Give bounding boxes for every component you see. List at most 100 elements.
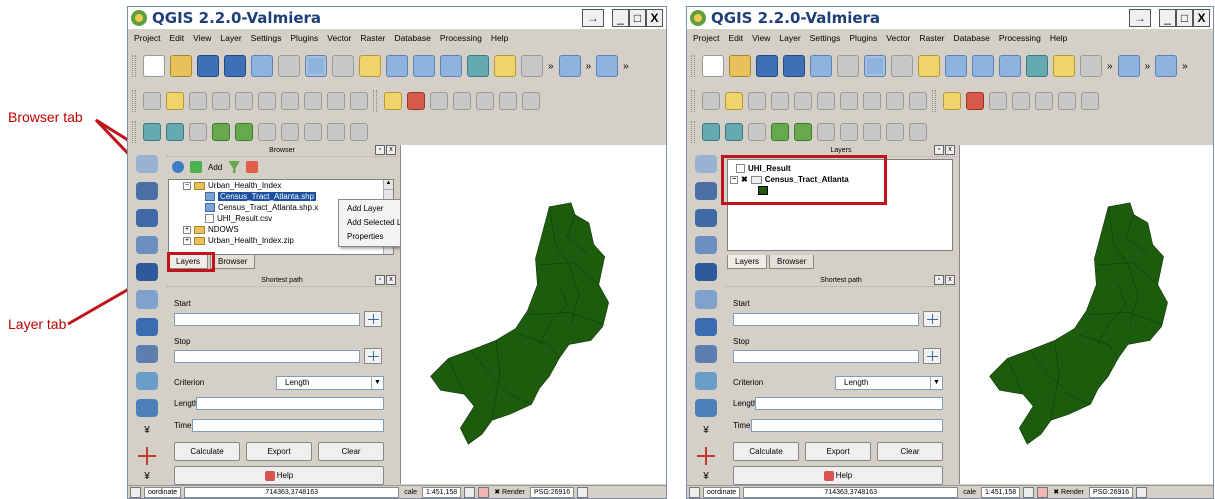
messages-icon[interactable] xyxy=(577,486,589,498)
delete-selected-icon[interactable] xyxy=(281,92,299,110)
add-delimited-text-icon[interactable] xyxy=(136,155,158,174)
zoom-actual-size-icon[interactable] xyxy=(999,55,1021,77)
paste-features-icon[interactable] xyxy=(350,92,368,110)
toolbar-grip[interactable] xyxy=(373,90,377,112)
zoom-to-layer-icon[interactable] xyxy=(1080,55,1102,77)
add-oracle-layer-icon[interactable] xyxy=(258,123,276,141)
change-label-icon[interactable] xyxy=(522,92,540,110)
menu-plugins[interactable]: Plugins xyxy=(849,33,877,43)
render-checkbox[interactable]: ✖ Render xyxy=(1051,488,1086,496)
add-spatialite-icon[interactable] xyxy=(695,236,717,255)
menu-edit[interactable]: Edit xyxy=(728,33,743,43)
add-mssql-icon[interactable] xyxy=(695,290,717,309)
clear-button[interactable]: Clear xyxy=(318,442,384,461)
add-wcs-layer-icon[interactable] xyxy=(863,123,881,141)
zoom-out-icon[interactable] xyxy=(413,55,435,77)
add-feature-icon[interactable] xyxy=(771,92,789,110)
help-contents-icon[interactable] xyxy=(596,55,619,77)
maximize-button[interactable]: □ xyxy=(1176,9,1193,27)
stop-input[interactable] xyxy=(174,350,360,363)
expand-collapse-icon[interactable]: + xyxy=(183,236,191,245)
new-project-icon[interactable] xyxy=(143,55,165,77)
start-pick-button[interactable] xyxy=(364,311,382,327)
pin-labels-icon[interactable] xyxy=(430,92,448,110)
pin-labels-icon[interactable] xyxy=(989,92,1007,110)
menu-processing[interactable]: Processing xyxy=(440,33,482,43)
add-wcs-icon[interactable] xyxy=(695,317,717,336)
stop-input[interactable] xyxy=(733,350,919,363)
current-edits-icon[interactable] xyxy=(143,92,161,110)
stop-pick-button[interactable] xyxy=(364,348,382,364)
label-icon[interactable] xyxy=(384,92,402,110)
close-panel-button[interactable]: x xyxy=(386,275,396,285)
add-wfs-icon[interactable] xyxy=(695,344,717,363)
move-label-icon[interactable] xyxy=(1035,92,1053,110)
calculate-button[interactable]: Calculate xyxy=(174,442,240,461)
add-raster-layer-icon[interactable] xyxy=(725,123,743,141)
cut-features-icon[interactable] xyxy=(863,92,881,110)
more-tools-icon[interactable]: ¥ xyxy=(144,425,150,436)
menu-vector[interactable]: Vector xyxy=(886,33,910,43)
expand-collapse-icon[interactable]: + xyxy=(183,225,191,234)
toolbar-grip[interactable] xyxy=(932,90,936,112)
toolbar-overflow-icon-2[interactable]: » xyxy=(1145,61,1151,72)
refresh-icon[interactable] xyxy=(172,161,184,173)
add-mssql-layer-icon[interactable] xyxy=(235,123,253,141)
add-virtual-layer-icon[interactable] xyxy=(695,371,717,390)
move-feature-icon[interactable] xyxy=(794,92,812,110)
float-panel-button[interactable]: ▫ xyxy=(934,145,944,155)
criterion-select[interactable]: Length ▼ xyxy=(835,376,943,390)
pan-to-selection-icon[interactable] xyxy=(359,55,381,77)
tab-browser[interactable]: Browser xyxy=(769,255,815,269)
add-vector-layer-icon[interactable] xyxy=(702,123,720,141)
add-icon[interactable] xyxy=(190,161,202,173)
zoom-to-selection-icon[interactable] xyxy=(1053,55,1075,77)
toolbar-overflow-icon-3[interactable]: » xyxy=(623,61,629,72)
capture-point-icon[interactable] xyxy=(136,445,158,466)
save-layer-edits-icon[interactable] xyxy=(748,92,766,110)
start-pick-button[interactable] xyxy=(923,311,941,327)
scale-dropdown-icon[interactable] xyxy=(1023,486,1035,498)
menu-vector[interactable]: Vector xyxy=(327,33,351,43)
menu-view[interactable]: View xyxy=(193,33,211,43)
scale-field[interactable]: 1:451,158 xyxy=(422,486,462,498)
close-panel-button[interactable]: x xyxy=(386,145,396,155)
menu-edit[interactable]: Edit xyxy=(169,33,184,43)
toolbar-overflow-icon-3[interactable]: » xyxy=(1182,61,1188,72)
toolbar-grip[interactable] xyxy=(691,90,695,112)
cut-features-icon[interactable] xyxy=(304,92,322,110)
zoom-full-icon[interactable] xyxy=(1026,55,1048,77)
menu-raster[interactable]: Raster xyxy=(360,33,385,43)
add-grass-layer-icon[interactable] xyxy=(695,398,717,417)
layer-labeling-icon[interactable] xyxy=(966,92,984,110)
coordinate-field[interactable]: 714363,3748163 xyxy=(184,486,400,498)
start-input[interactable] xyxy=(174,313,360,326)
chevron-down-icon[interactable]: ▼ xyxy=(930,377,942,389)
filter-icon[interactable] xyxy=(228,161,241,173)
export-button[interactable]: Export xyxy=(805,442,871,461)
save-project-icon[interactable] xyxy=(756,55,778,77)
show-hide-labels-icon[interactable] xyxy=(453,92,471,110)
add-postgis-layer-icon[interactable] xyxy=(189,123,207,141)
menu-project[interactable]: Project xyxy=(693,33,719,43)
close-button[interactable]: X xyxy=(1193,9,1210,27)
tree-row[interactable]: − Urban_Health_Index xyxy=(169,180,393,191)
zoom-in-icon[interactable] xyxy=(386,55,408,77)
add-wfs-layer-icon[interactable] xyxy=(886,123,904,141)
add-postgis-icon[interactable] xyxy=(695,209,717,228)
close-panel-button[interactable]: x xyxy=(945,275,955,285)
toggle-editing-icon[interactable] xyxy=(166,92,184,110)
map-canvas[interactable] xyxy=(959,145,1213,484)
menu-project[interactable]: Project xyxy=(134,33,160,43)
add-spatialite-layer-icon[interactable] xyxy=(212,123,230,141)
new-shapefile-layer-icon[interactable] xyxy=(350,123,368,141)
float-panel-button[interactable]: ▫ xyxy=(375,145,385,155)
pan-map-icon[interactable] xyxy=(332,55,354,77)
export-button[interactable]: Export xyxy=(246,442,312,461)
zoom-in-icon[interactable] xyxy=(945,55,967,77)
add-wcs-layer-icon[interactable] xyxy=(304,123,322,141)
minimize-button[interactable]: _ xyxy=(612,9,629,27)
identify-icon[interactable] xyxy=(1117,55,1140,77)
toggle-editing-icon[interactable] xyxy=(725,92,743,110)
move-label-icon[interactable] xyxy=(476,92,494,110)
